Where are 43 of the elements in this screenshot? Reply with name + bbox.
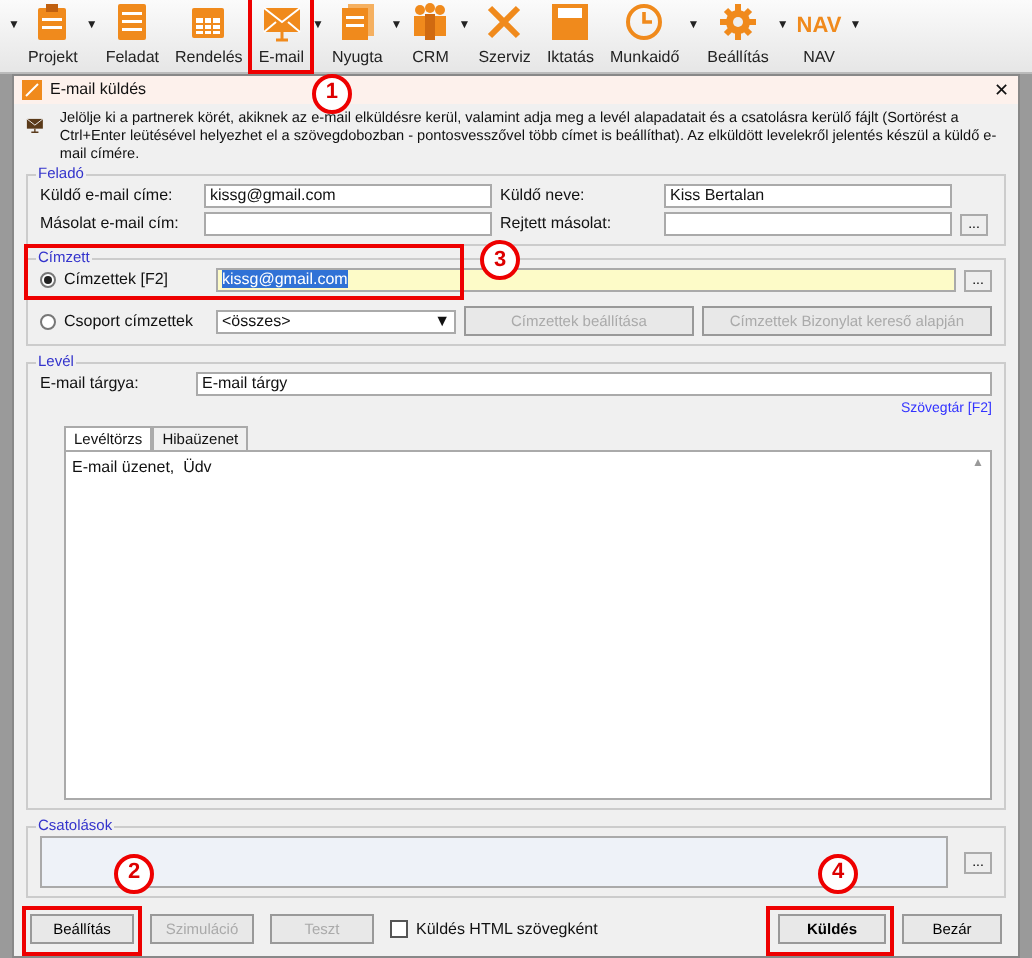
subject-field[interactable]: E-mail tárgy [196, 372, 992, 397]
toolbar-button[interactable]: Szerviz [470, 0, 539, 72]
checkbox-label: Küldés HTML szövegként [416, 919, 598, 939]
checkbox[interactable] [390, 920, 408, 938]
recipient-field[interactable]: kissg@gmail.com [216, 268, 956, 293]
window-title: E-mail küldés [50, 80, 147, 100]
toolbar-button[interactable]: Iktatás [538, 0, 603, 72]
field-label: Küldő e-mail címe: [40, 186, 175, 207]
envelope-icon [261, 2, 302, 43]
close-button[interactable]: ✕ [994, 79, 1010, 101]
radio-label: Címzettek [F2] [64, 270, 169, 291]
input-field[interactable] [204, 212, 492, 237]
input-field[interactable]: kissg@gmail.com [204, 184, 492, 209]
pages-icon [337, 2, 378, 43]
app-icon [22, 80, 42, 100]
clock-icon [624, 2, 665, 43]
nav-logo: NAV [796, 14, 842, 41]
input-field[interactable] [664, 212, 952, 237]
calendar-icon [188, 2, 229, 43]
message-body-field[interactable]: E-mail üzenet, Üdv [72, 457, 973, 792]
people-icon [410, 2, 451, 43]
toolbar-button[interactable]: Feladat [97, 0, 167, 72]
annotation-number: 3 [480, 240, 520, 281]
field-label: Rejtett másolat: [500, 214, 614, 235]
settings-icon [718, 2, 758, 43]
field-label: E-mail tárgya: [40, 374, 141, 395]
input-field[interactable]: Kiss Bertalan [664, 184, 952, 209]
toolbar-button[interactable]: Nyugta [323, 0, 391, 72]
attachments-field[interactable] [40, 836, 948, 888]
toolbar-button[interactable]: Beállítás [699, 0, 777, 72]
radio-label: Csoport címzettek [64, 311, 193, 332]
toolbar-button[interactable]: NAV NAV [788, 0, 850, 72]
radio-button[interactable] [40, 272, 56, 289]
field-label: Másolat e-mail cím: [40, 214, 181, 235]
toolbar-button[interactable]: CRM [402, 0, 459, 72]
field-label: Küldő neve: [500, 186, 587, 207]
radio-button[interactable] [40, 313, 56, 330]
dropdown-caret: ▼ [434, 311, 450, 332]
toolbar-button[interactable]: Rendelés [167, 0, 251, 72]
toolbar-button[interactable]: Projekt [19, 0, 86, 72]
group-dropdown[interactable]: <összes> ▼ [216, 309, 456, 334]
selected-text: kissg@gmail.com [222, 270, 348, 289]
toolbar-button[interactable]: Munkaidő [602, 0, 688, 72]
